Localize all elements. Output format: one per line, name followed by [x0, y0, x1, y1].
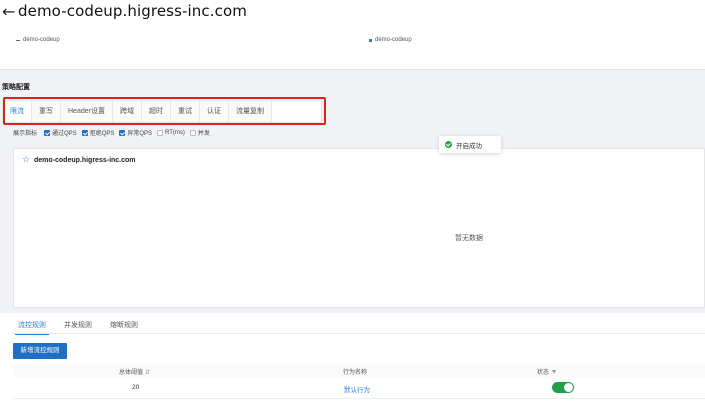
checkbox-unchecked-icon[interactable]	[189, 129, 196, 136]
divider	[13, 333, 705, 334]
checkbox-label: 拒绝QPS	[89, 131, 115, 137]
legend-label: demo-codeup	[23, 37, 60, 43]
column-label: 总体阈值	[119, 370, 144, 376]
checkbox-concurrency[interactable]: 并发	[189, 128, 210, 137]
checkbox-reject-qps[interactable]: 拒绝QPS	[81, 128, 115, 137]
checkbox-rt[interactable]: RT(ms)	[157, 129, 185, 136]
arrow-left-icon[interactable]: ←	[2, 2, 15, 21]
status-toggle[interactable]	[552, 382, 574, 393]
column-header-behavior: 行为名称	[343, 370, 368, 376]
chart-legend-item[interactable]: demo-codeup	[16, 37, 60, 43]
add-flow-rule-button[interactable]: 新增流控规则	[13, 343, 67, 359]
legend-dash-marker	[16, 39, 20, 41]
chart-domain-title: demo-codeup.higress-inc.com	[34, 157, 136, 164]
section-title: 策略配置	[2, 84, 30, 91]
legend-square-marker	[369, 38, 372, 42]
toggle-knob	[564, 383, 573, 392]
cell-threshold: 20	[132, 384, 140, 391]
page-title: demo-codeup.higress-inc.com	[18, 2, 247, 20]
column-label: 状态	[537, 370, 550, 376]
checkbox-error-qps[interactable]: 异常QPS	[119, 128, 152, 137]
checkbox-label: 并发	[197, 131, 210, 137]
checkbox-label: 通过QPS	[52, 131, 77, 137]
sort-icon[interactable]: ⇵	[145, 370, 150, 376]
highlight-annotation	[3, 97, 326, 125]
behavior-link[interactable]: 默认行为	[344, 384, 370, 394]
column-header-threshold[interactable]: 总体阈值 ⇵	[119, 367, 150, 376]
legend-label: demo-codeup	[375, 37, 412, 43]
top-chart-card: demo-codeup demo-codeup	[0, 26, 705, 70]
checkbox-pass-qps[interactable]: 通过QPS	[44, 128, 77, 137]
star-icon[interactable]: ☆	[22, 155, 30, 165]
table-row: 20 默认行为	[13, 377, 705, 399]
empty-state-text: 暂无数据	[455, 235, 483, 242]
checkbox-label: RT(ms)	[165, 129, 185, 136]
header-bar: ← demo-codeup.higress-inc.com	[0, 0, 705, 26]
checkbox-checked-icon[interactable]	[119, 129, 126, 136]
checkbox-unchecked-icon[interactable]	[157, 129, 164, 136]
table-header: 总体阈值 ⇵ 行为名称 状态	[13, 364, 705, 377]
chart-legend-item[interactable]: demo-codeup	[369, 37, 412, 43]
checkbox-checked-icon[interactable]	[44, 129, 51, 136]
toast-text: 开启成功	[456, 142, 482, 150]
checkbox-checked-icon[interactable]	[81, 129, 88, 136]
success-toast: 开启成功	[439, 136, 501, 153]
chart-panel: ☆ demo-codeup.higress-inc.com 暂无数据	[13, 148, 705, 308]
check-circle-icon	[445, 141, 452, 148]
metrics-selector: 展示指标 通过QPS 拒绝QPS 异常QPS RT(ms) 并发	[13, 128, 210, 137]
filter-icon[interactable]	[552, 370, 557, 375]
checkbox-label: 异常QPS	[127, 131, 153, 137]
column-header-status: 状态	[537, 367, 557, 376]
metrics-label: 展示指标	[13, 131, 38, 137]
